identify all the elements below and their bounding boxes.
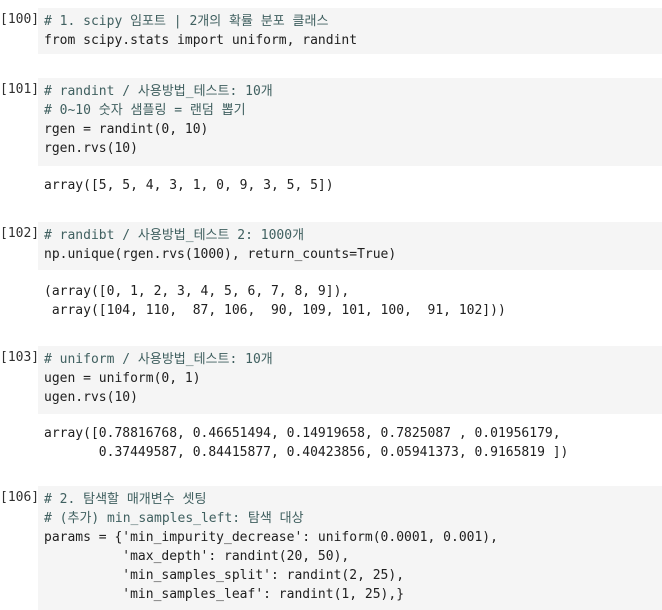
- code-line: 'max_depth': randint(20, 50),: [44, 549, 350, 564]
- output-line: array([104, 110, 87, 106, 90, 109, 101, …: [44, 303, 506, 318]
- code-input[interactable]: # 2. 탐색할 매개변수 셋팅 # (추가) min_samples_left…: [38, 486, 662, 610]
- cell-output: array([5, 5, 4, 3, 1, 0, 9, 3, 5, 5]): [38, 172, 662, 199]
- code-line: rgen.rvs(10): [44, 141, 138, 156]
- code-line: ugen = uniform(0, 1): [44, 371, 201, 386]
- code-line: # uniform / 사용방법_테스트: 10개: [44, 352, 273, 367]
- code-line: from scipy.stats import uniform, randint: [44, 33, 358, 48]
- code-line: # (추가) min_samples_left: 탐색 대상: [44, 511, 304, 526]
- cell-prompt: [106]: [0, 490, 40, 505]
- cell-output: (array([0, 1, 2, 3, 4, 5, 6, 7, 8, 9]), …: [38, 278, 662, 324]
- code-line: rgen = randint(0, 10): [44, 122, 209, 137]
- code-line: # 0~10 숫자 샘플링 = 랜덤 뽑기: [44, 103, 246, 118]
- cell-prompt: [102]: [0, 226, 40, 241]
- cell-output: array([0.78816768, 0.46651494, 0.1491965…: [38, 420, 662, 466]
- output-line: 0.37449587, 0.84415877, 0.40423856, 0.05…: [44, 445, 569, 460]
- output-line: (array([0, 1, 2, 3, 4, 5, 6, 7, 8, 9]),: [44, 284, 350, 299]
- code-line: # randint / 사용방법_테스트: 10개: [44, 84, 273, 99]
- cell-prompt: [103]: [0, 350, 40, 365]
- code-line: params = {'min_impurity_decrease': unifo…: [44, 530, 498, 545]
- code-input[interactable]: # uniform / 사용방법_테스트: 10개 ugen = uniform…: [38, 346, 662, 414]
- code-line: np.unique(rgen.rvs(1000), return_counts=…: [44, 247, 397, 262]
- output-line: array([5, 5, 4, 3, 1, 0, 9, 3, 5, 5]): [44, 178, 334, 193]
- code-line: 'min_samples_split': randint(2, 25),: [44, 568, 405, 583]
- code-line: ugen.rvs(10): [44, 390, 138, 405]
- code-input[interactable]: # randibt / 사용방법_테스트 2: 1000개 np.unique(…: [38, 222, 662, 270]
- output-line: array([0.78816768, 0.46651494, 0.1491965…: [44, 426, 561, 441]
- cell-prompt: [100]: [0, 12, 40, 27]
- code-input[interactable]: # randint / 사용방법_테스트: 10개 # 0~10 숫자 샘플링 …: [38, 78, 662, 166]
- cell-prompt: [101]: [0, 82, 40, 97]
- code-line: 'min_samples_leaf': randint(1, 25),}: [44, 587, 405, 602]
- code-line: # 1. scipy 임포트 | 2개의 확률 분포 클래스: [44, 14, 329, 29]
- code-input[interactable]: # 1. scipy 임포트 | 2개의 확률 분포 클래스 from scip…: [38, 8, 662, 54]
- code-line: # 2. 탐색할 매개변수 셋팅: [44, 492, 207, 507]
- code-line: # randibt / 사용방법_테스트 2: 1000개: [44, 228, 305, 243]
